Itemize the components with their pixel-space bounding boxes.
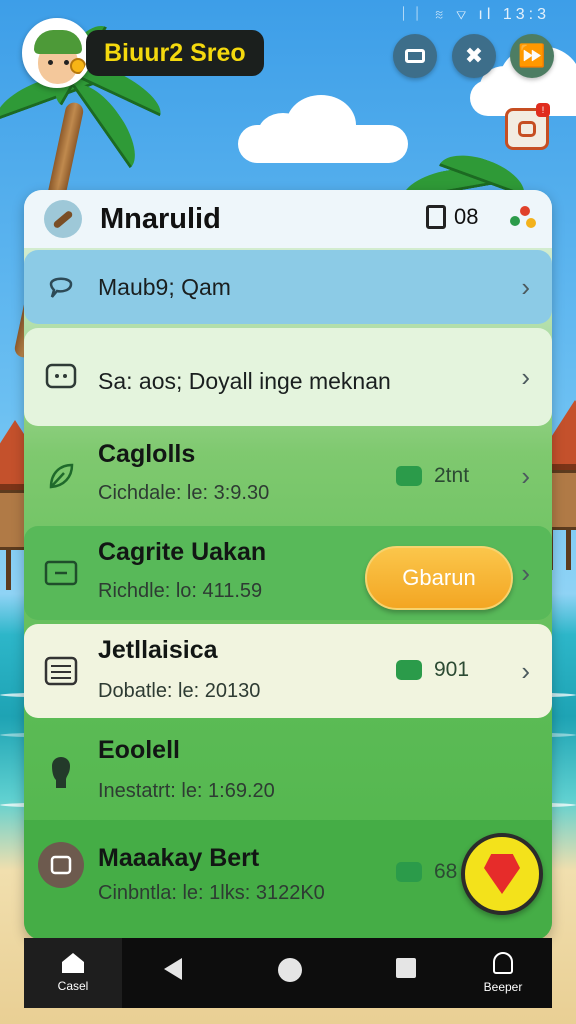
quest-subtitle: Cichdale: le: 3:9.30 (98, 482, 270, 504)
quest-row[interactable]: Sa: aos; Doyall inge meknan › (24, 328, 552, 426)
nav-home-label: Casel (57, 979, 89, 993)
shop-button[interactable] (461, 833, 543, 915)
coin-icon (70, 58, 86, 74)
fast-forward-icon: ⏩ (518, 43, 546, 68)
quest-reward: 68 (396, 860, 457, 884)
head-icon (44, 753, 78, 788)
chat-face-icon (44, 360, 78, 394)
claim-button[interactable]: Gbarun (365, 546, 513, 610)
tool-icon (44, 200, 82, 238)
quest-label: Maub9; Qam (98, 273, 231, 300)
notification-button[interactable]: ! (505, 103, 550, 150)
settings-button[interactable]: ✖ (452, 34, 496, 78)
lock-icon (518, 121, 536, 137)
quest-title: Cagrite Uakan (98, 538, 267, 566)
bottom-nav: Casel Beeper (24, 938, 552, 1008)
chat-button[interactable] (393, 34, 437, 78)
gem-icon (396, 466, 422, 486)
profile-icon (493, 952, 513, 974)
settings-icon: ✖ (464, 43, 484, 68)
clipboard-icon (426, 205, 446, 229)
recents-icon[interactable] (396, 958, 416, 978)
nav-profile[interactable]: Beeper (454, 938, 552, 1008)
quest-reward: 2tnt (396, 464, 469, 488)
home-circle-icon[interactable] (278, 958, 302, 982)
quest-title: Caglolls (98, 440, 196, 468)
quest-row[interactable]: Caglolls Cichdale: le: 3:9.30 2tnt › (24, 430, 552, 522)
panel-header: Mnarulid 08 (24, 190, 552, 248)
leaf-icon (44, 459, 78, 493)
gem-icon (396, 660, 422, 680)
back-icon[interactable] (164, 958, 182, 980)
chevron-right-icon: › (521, 271, 530, 302)
chevron-right-icon: › (521, 655, 530, 686)
gem-icon (396, 862, 422, 882)
quest-title: Eoolell (98, 736, 180, 764)
speech-bubble-icon (44, 270, 78, 304)
status-bar: ᛁᛁ ≋ ▽ ıl 13:3 (398, 6, 550, 23)
ruby-icon (484, 854, 520, 894)
chevron-right-icon: › (521, 460, 530, 491)
chevron-right-icon: › (521, 557, 530, 588)
quest-subtitle: Dobatle: le: 20130 (98, 680, 261, 702)
player-avatar[interactable] (22, 18, 92, 88)
nav-profile-label: Beeper (483, 980, 523, 994)
quest-reward: 901 (396, 658, 469, 682)
nav-home[interactable]: Casel (24, 938, 122, 1008)
list-icon (44, 654, 78, 688)
quest-count: 08 (426, 204, 478, 230)
quest-row[interactable]: Jetllaisica Dobatle: le: 20130 901 › (24, 624, 552, 718)
quest-subtitle: Cinbntla: le: 1lks: 3122K0 (98, 882, 325, 904)
monitor-icon (38, 842, 84, 888)
quest-row[interactable]: Eoolell Inestatrt: le: 1:69.20 (24, 722, 552, 818)
fast-forward-button[interactable]: ⏩ (510, 34, 554, 78)
quest-title: Maaakay Bert (98, 844, 260, 872)
home-icon (62, 953, 84, 973)
panel-title: Mnarulid (100, 202, 221, 235)
quest-subtitle: Inestatrt: le: 1:69.20 (98, 780, 275, 802)
map-icon[interactable] (510, 202, 538, 232)
quest-label: Sa: aos; Doyall inge meknan (98, 368, 391, 394)
cloud (238, 95, 408, 163)
quest-subtitle: Richdle: lo: 411.59 (98, 580, 263, 602)
card-icon (44, 556, 78, 590)
chevron-right-icon: › (521, 361, 530, 392)
quest-row[interactable]: Maub9; Qam › (24, 250, 552, 324)
notification-badge: ! (536, 103, 550, 117)
quest-title: Jetllaisica (98, 636, 218, 664)
player-name: Biuur2 Sreo (86, 30, 264, 76)
chat-icon (405, 49, 425, 63)
